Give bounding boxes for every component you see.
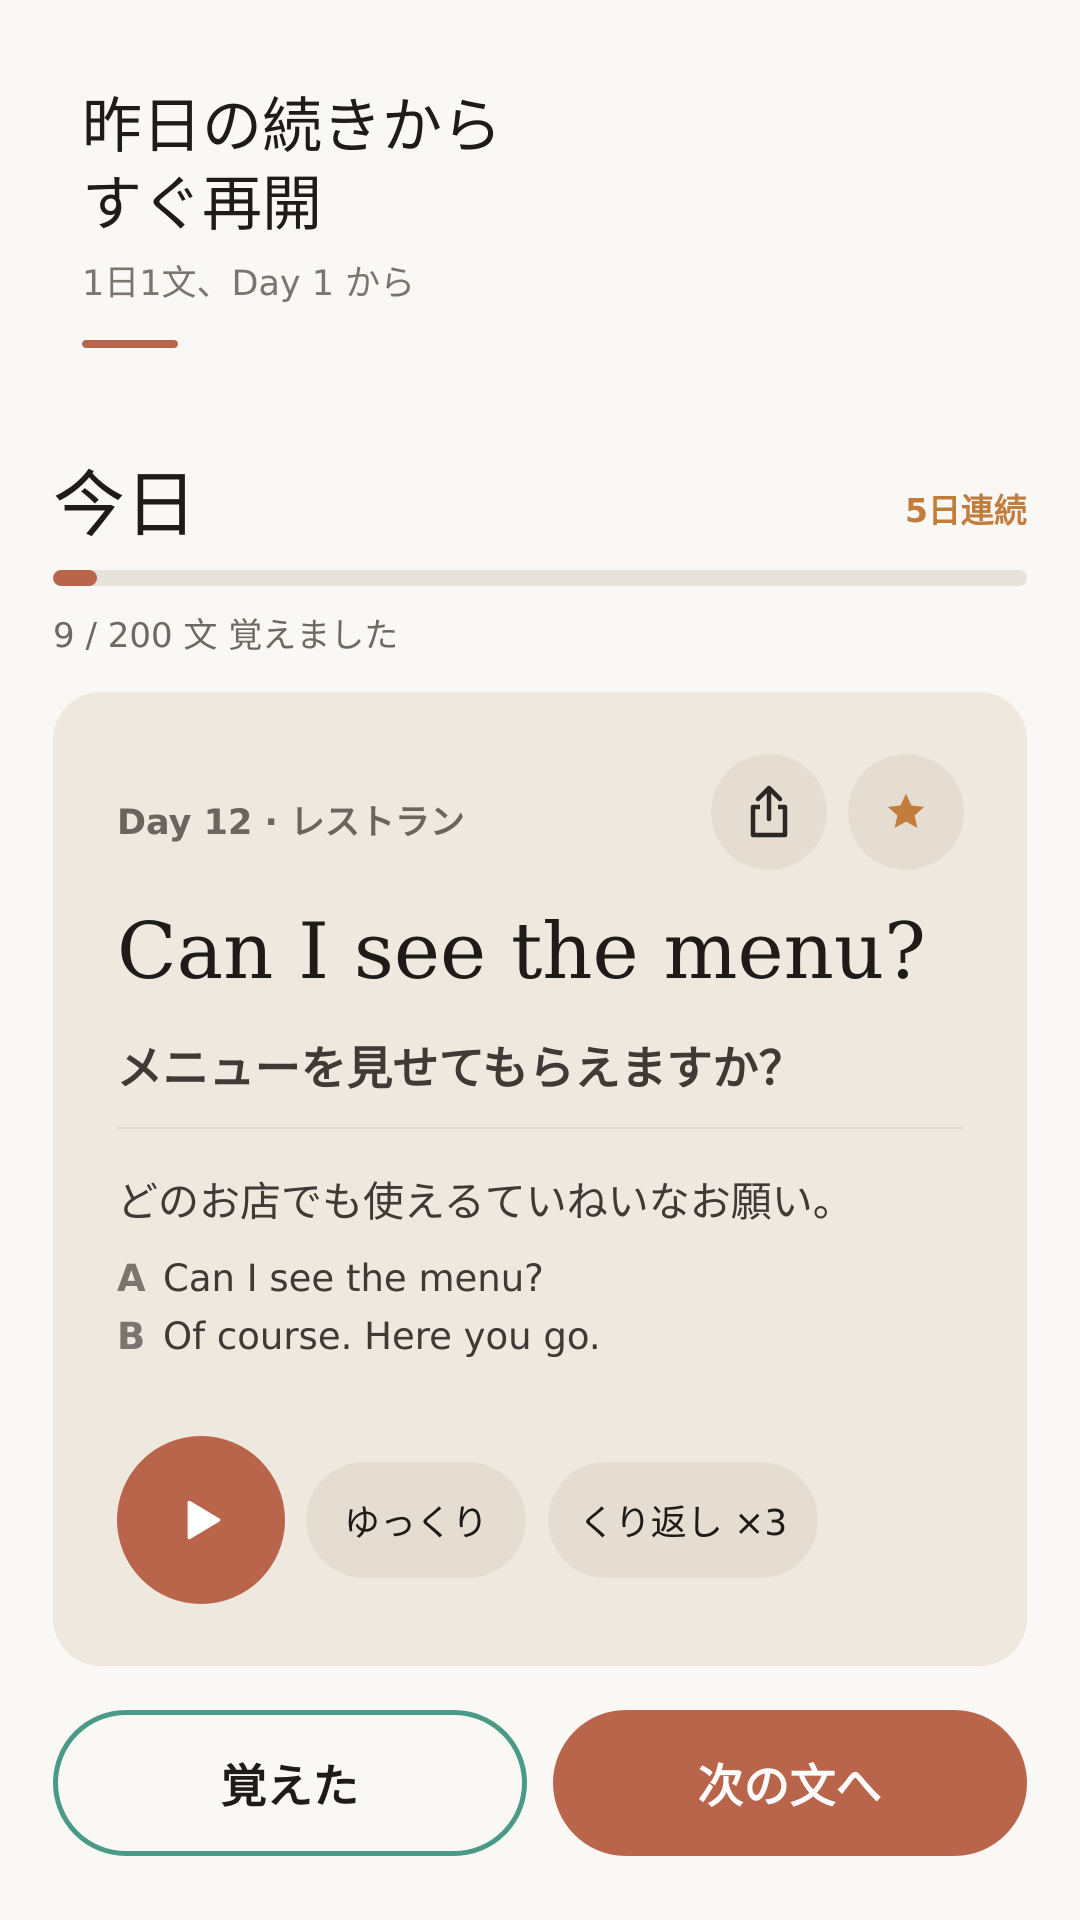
progress-text: 9 / 200 文 覚えました [53, 616, 399, 656]
next-phrase-button[interactable]: 次の文へ [553, 1710, 1027, 1856]
progress-fill [53, 570, 97, 586]
star-icon [887, 793, 925, 828]
memorized-button[interactable]: 覚えた [53, 1710, 527, 1856]
share-icon [750, 785, 788, 838]
speaker-label: A [117, 1257, 146, 1300]
header: 昨日の続きから すぐ再開 1日1文、Day 1 から [82, 88, 842, 348]
dialog-text: Of course. Here you go. [163, 1315, 601, 1358]
streak-badge: 5日連続 [905, 491, 1027, 530]
today-header: 今日 5日連続 [53, 462, 1027, 548]
progress-bar [53, 570, 1027, 586]
app-screen: 昨日の続きから すぐ再開 1日1文、Day 1 から 今日 5日連続 9 / 2… [0, 0, 1080, 1920]
dialog-example: A Can I see the menu? B Of course. Here … [117, 1257, 601, 1373]
today-title: 今日 [53, 463, 198, 547]
dialog-line: B Of course. Here you go. [117, 1315, 601, 1373]
card-meta: Day 12 · レストラン [117, 803, 465, 843]
play-icon [187, 1500, 221, 1540]
phrase-japanese: メニューを見せてもらえますか？ [117, 1041, 805, 1095]
divider [117, 1127, 963, 1129]
dialog-line: A Can I see the menu? [117, 1257, 601, 1315]
repeat-playback-chip[interactable]: くり返し ×3 [548, 1462, 818, 1578]
usage-note: どのお店でも使えるていねいなお願い。 [117, 1178, 854, 1226]
hero-title: 昨日の続きから すぐ再開 [82, 92, 502, 240]
dialog-text: Can I see the menu? [163, 1257, 544, 1300]
favorite-button[interactable] [848, 754, 964, 870]
share-button[interactable] [711, 754, 827, 870]
speaker-label: B [117, 1315, 146, 1358]
phrase-english: Can I see the menu? [117, 907, 926, 997]
hero-subtitle: 1日1文、Day 1 から [82, 264, 416, 304]
slow-playback-chip[interactable]: ゆっくり [306, 1462, 526, 1578]
phrase-card: Day 12 · レストラン Can I see the menu? メニューを… [53, 692, 1027, 1666]
accent-underline [82, 340, 178, 348]
play-button[interactable] [117, 1436, 285, 1604]
